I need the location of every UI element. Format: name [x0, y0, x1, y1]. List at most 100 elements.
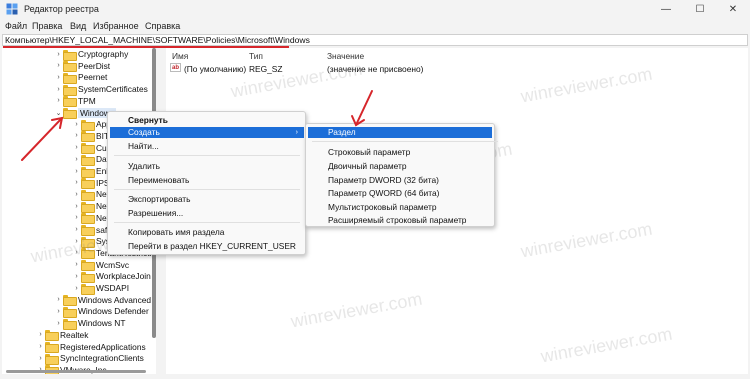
- folder-icon: [81, 201, 95, 213]
- close-button[interactable]: ✕: [716, 0, 750, 18]
- menu-separator: [114, 155, 300, 156]
- folder-icon: [81, 260, 95, 272]
- tree-item[interactable]: › WcmSvc: [72, 259, 130, 272]
- menu-bar: Файл Правка Вид Избранное Справка: [0, 18, 750, 34]
- tree-item[interactable]: › PeerDist: [54, 60, 110, 73]
- folder-icon: [63, 108, 77, 119]
- ctx-find[interactable]: Найти...: [110, 141, 304, 152]
- folder-icon: [81, 178, 95, 190]
- ctx-delete[interactable]: Удалить: [110, 161, 304, 172]
- maximize-icon: ☐: [695, 3, 705, 15]
- sub-expandable-string-value[interactable]: Расширяемый строковый параметр: [308, 215, 492, 226]
- tree-item-label: RegisteredApplications: [60, 341, 146, 352]
- sub-multistring-value[interactable]: Мультистроковый параметр: [308, 202, 492, 213]
- chevron-right-icon[interactable]: ›: [54, 48, 63, 60]
- tree-item-label: SyncIntegrationClients: [60, 353, 144, 364]
- tree-item[interactable]: › Windows NT: [54, 317, 126, 330]
- chevron-right-icon[interactable]: ›: [72, 153, 81, 165]
- chevron-right-icon[interactable]: ›: [54, 95, 63, 107]
- folder-icon: [45, 342, 59, 353]
- folder-icon: [81, 131, 95, 143]
- tree-item-label: Cryptography: [78, 49, 129, 59]
- ctx-permissions[interactable]: Разрешения...: [110, 208, 304, 219]
- tree-item[interactable]: › Cryptography: [54, 48, 129, 61]
- tree-item[interactable]: › RegisteredApplications: [36, 341, 146, 353]
- menu-file[interactable]: Файл: [5, 21, 27, 31]
- chevron-right-icon[interactable]: ›: [36, 329, 45, 341]
- chevron-right-icon[interactable]: ›: [72, 259, 81, 271]
- tree-item-label: Windows Advanced Threat Protection: [78, 294, 156, 305]
- chevron-right-icon[interactable]: ›: [72, 282, 81, 294]
- tree-item[interactable]: › WSDAPI: [72, 282, 129, 295]
- sub-binary-value[interactable]: Двоичный параметр: [308, 161, 492, 172]
- registry-editor-icon: [6, 3, 18, 15]
- chevron-right-icon: ›: [295, 129, 298, 136]
- sub-string-value[interactable]: Строковый параметр: [308, 147, 492, 158]
- sub-qword-value[interactable]: Параметр QWORD (64 бита): [308, 188, 492, 199]
- folder-icon: [63, 72, 77, 84]
- sub-key[interactable]: Раздел: [308, 127, 492, 138]
- chevron-right-icon[interactable]: ›: [72, 142, 81, 154]
- tree-horizontal-scrollbar[interactable]: [6, 370, 146, 373]
- chevron-right-icon[interactable]: ›: [72, 270, 81, 282]
- menu-favorites[interactable]: Избранное: [93, 21, 139, 31]
- tree-item[interactable]: › TPM: [54, 95, 96, 108]
- chevron-right-icon[interactable]: ›: [72, 165, 81, 177]
- tree-item[interactable]: › Realtek: [36, 329, 88, 342]
- chevron-right-icon[interactable]: ›: [36, 352, 45, 364]
- ctx-export[interactable]: Экспортировать: [110, 194, 304, 205]
- folder-icon: [81, 119, 95, 131]
- chevron-down-icon[interactable]: ⌄: [54, 107, 63, 119]
- ctx-copy-key-name[interactable]: Копировать имя раздела: [110, 227, 304, 238]
- chevron-right-icon[interactable]: ›: [72, 212, 81, 224]
- tree-item[interactable]: › Peernet: [54, 71, 107, 84]
- folder-icon: [81, 225, 95, 236]
- new-submenu: Раздел Строковый параметр Двоичный парам…: [305, 123, 498, 227]
- chevron-right-icon[interactable]: ›: [72, 200, 81, 212]
- tree-item-label: SystemCertificates: [78, 84, 148, 95]
- chevron-right-icon[interactable]: ›: [36, 341, 45, 353]
- ctx-new[interactable]: Создать ›: [110, 127, 304, 138]
- tree-item-label: WcmSvc: [96, 259, 130, 270]
- window-title: Редактор реестра: [24, 4, 99, 14]
- column-header-name[interactable]: Имя: [172, 51, 188, 61]
- chevron-right-icon[interactable]: ›: [72, 188, 81, 200]
- ctx-collapse[interactable]: Свернуть: [110, 115, 304, 126]
- maximize-button[interactable]: ☐: [683, 0, 717, 18]
- tree-item-label: Windows NT: [78, 318, 126, 329]
- minimize-button[interactable]: —: [649, 0, 683, 18]
- tree-item[interactable]: › SyncIntegrationClients: [36, 352, 144, 365]
- folder-icon: [81, 213, 95, 225]
- chevron-right-icon[interactable]: ›: [54, 305, 63, 317]
- tree-item[interactable]: › Windows Advanced Threat Protection: [54, 294, 156, 307]
- folder-icon: [63, 306, 77, 318]
- menu-separator: [114, 222, 300, 223]
- tree-item-label: TPM: [78, 95, 96, 106]
- ctx-goto-hkcu[interactable]: Перейти в раздел HKEY_CURRENT_USER: [110, 241, 304, 252]
- close-icon: ✕: [728, 3, 738, 15]
- menu-help[interactable]: Справка: [145, 21, 180, 31]
- menu-separator: [114, 189, 300, 190]
- chevron-right-icon[interactable]: ›: [54, 60, 63, 72]
- chevron-right-icon[interactable]: ›: [72, 118, 81, 130]
- chevron-right-icon[interactable]: ›: [72, 130, 81, 142]
- tree-item[interactable]: › WorkplaceJoin: [72, 270, 151, 283]
- sub-dword-value[interactable]: Параметр DWORD (32 бита): [308, 175, 492, 186]
- chevron-right-icon[interactable]: ›: [54, 83, 63, 95]
- column-header-type[interactable]: Тип: [249, 51, 263, 61]
- address-bar[interactable]: Компьютер\HKEY_LOCAL_MACHINE\SOFTWARE\Po…: [2, 34, 748, 48]
- chevron-right-icon[interactable]: ›: [72, 177, 81, 189]
- chevron-right-icon[interactable]: ›: [72, 224, 81, 236]
- folder-icon: [63, 84, 77, 96]
- chevron-right-icon[interactable]: ›: [54, 71, 63, 83]
- folder-icon: [63, 295, 77, 307]
- chevron-right-icon[interactable]: ›: [54, 317, 63, 329]
- tree-item[interactable]: › SystemCertificates: [54, 83, 148, 96]
- folder-icon: [63, 96, 77, 108]
- folder-icon: [45, 353, 59, 365]
- menu-edit[interactable]: Правка: [32, 21, 62, 31]
- ctx-rename[interactable]: Переименовать: [110, 175, 304, 186]
- chevron-right-icon[interactable]: ›: [54, 294, 63, 306]
- tree-item[interactable]: › Windows Defender: [54, 305, 149, 318]
- menu-view[interactable]: Вид: [70, 21, 86, 31]
